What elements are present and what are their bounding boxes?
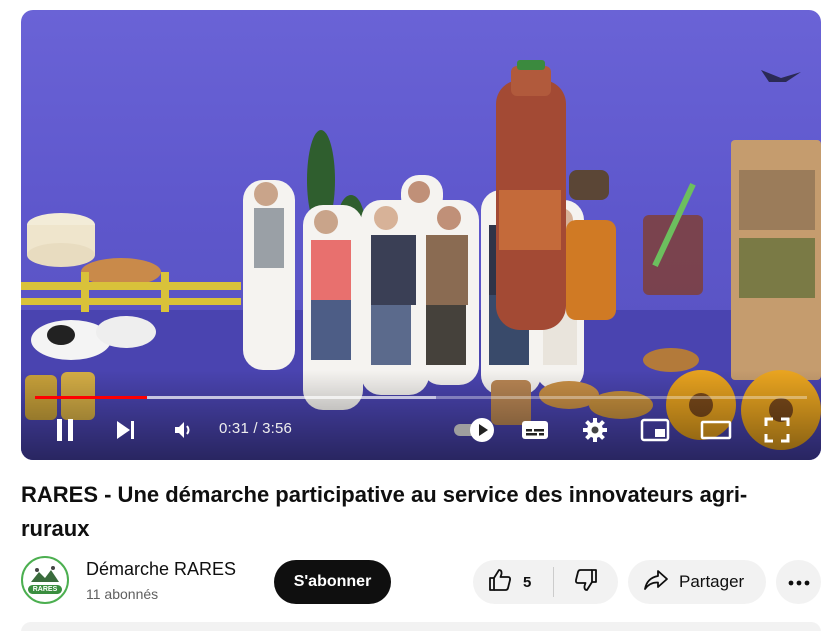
next-icon (113, 418, 137, 442)
subscriber-count: 11 abonnés (86, 586, 159, 602)
video-player[interactable]: 0:31 / 3:56 (21, 10, 821, 460)
channel-avatar[interactable]: RARES (21, 556, 69, 604)
channel-row: RARES Démarche RARES 11 abonnés S'abonne… (21, 555, 821, 605)
fullscreen-button[interactable] (761, 414, 793, 446)
thumbs-up-icon (487, 567, 513, 598)
subtitles-icon (521, 419, 549, 441)
fullscreen-icon (764, 417, 790, 443)
mute-button[interactable] (167, 414, 199, 446)
miniplayer-button[interactable] (639, 414, 671, 446)
more-actions-button[interactable] (776, 560, 821, 604)
avatar-logo-icon (31, 566, 59, 582)
time-separator: / (249, 420, 263, 437)
time-total: 3:56 (262, 420, 293, 437)
time-current: 0:31 (219, 420, 249, 437)
progress-played (35, 396, 147, 399)
settings-button[interactable] (579, 414, 611, 446)
pause-button[interactable] (49, 414, 81, 446)
theater-mode-button[interactable] (699, 414, 733, 446)
share-label: Partager (679, 572, 745, 591)
thumbs-down-icon (573, 567, 599, 598)
next-button[interactable] (109, 414, 141, 446)
autoplay-toggle-icon (452, 417, 496, 443)
time-display: 0:31 / 3:56 (219, 420, 292, 437)
subscribe-button[interactable]: S'abonner (274, 560, 391, 604)
gear-icon (582, 417, 608, 443)
avatar-label: RARES (28, 585, 62, 594)
share-icon (643, 568, 669, 597)
video-title: RARES - Une démarche participative au se… (21, 482, 748, 541)
like-count: 5 (523, 573, 532, 591)
description-box[interactable] (21, 622, 821, 631)
miniplayer-icon (640, 418, 670, 442)
progress-bar[interactable] (35, 396, 807, 399)
volume-icon (172, 419, 194, 441)
share-button[interactable]: Partager (628, 560, 766, 604)
theater-mode-icon (700, 419, 732, 441)
like-button[interactable]: 5 (473, 560, 553, 604)
like-dislike-group: 5 (473, 560, 618, 604)
more-horizontal-icon (788, 573, 810, 591)
pause-icon (53, 417, 77, 443)
autoplay-toggle[interactable] (451, 414, 497, 446)
dislike-button[interactable] (554, 560, 618, 604)
channel-name[interactable]: Démarche RARES (86, 559, 236, 580)
subtitles-button[interactable] (519, 414, 551, 446)
